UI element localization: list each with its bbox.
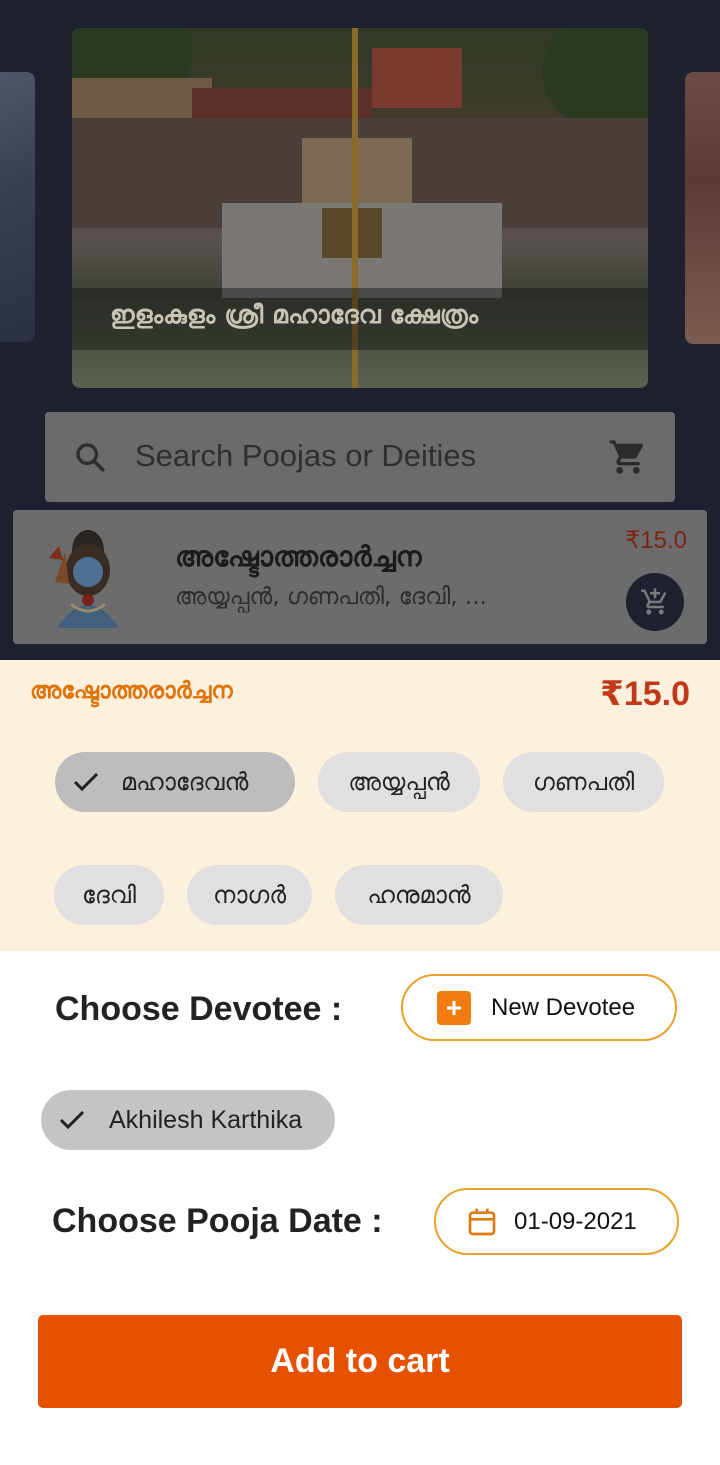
add-to-cart-button[interactable] xyxy=(626,573,684,631)
calendar-icon xyxy=(468,1208,496,1235)
search-input[interactable]: Search Poojas or Deities xyxy=(135,438,476,474)
add-to-cart-submit-button[interactable]: Add to cart xyxy=(38,1315,682,1408)
pooja-title: അഷ്ടോത്തരാർച്ചന xyxy=(175,540,422,573)
deity-chip-label: നാഗർ xyxy=(212,881,287,909)
temple-name: ഇളംകുളം ശ്രീ മഹാദേവ ക്ഷേത്രം xyxy=(110,300,479,329)
carousel-prev-image[interactable] xyxy=(0,72,35,342)
cart-icon[interactable] xyxy=(608,437,648,477)
choose-devotee-label: Choose Devotee : xyxy=(55,990,343,1028)
date-picker-button[interactable]: 01-09-2021 xyxy=(434,1188,679,1255)
deity-image xyxy=(35,522,141,628)
sheet-pooja-price: ₹15.0 xyxy=(600,675,690,713)
deity-chip-ganapathi[interactable]: ഗണപതി xyxy=(503,752,664,812)
deity-chip-mahadevan[interactable]: മഹാദേവൻ xyxy=(55,752,295,812)
search-icon xyxy=(76,443,105,472)
pooja-card[interactable]: അഷ്ടോത്തരാർച്ചന അയ്യപ്പൻ, ഗണപതി, ദേവി, .… xyxy=(13,510,707,644)
pooja-price: ₹15.0 xyxy=(625,527,687,554)
add-to-cart-icon xyxy=(641,588,667,615)
carousel-next-image[interactable] xyxy=(685,72,720,344)
check-icon xyxy=(73,772,99,792)
deity-chip-devi[interactable]: ദേവി xyxy=(54,865,164,925)
deity-chip-label: മഹാദേവൻ xyxy=(121,768,249,796)
pooja-date-value: 01-09-2021 xyxy=(514,1207,637,1235)
deity-chip-nagar[interactable]: നാഗർ xyxy=(187,865,312,925)
deity-chip-hanuman[interactable]: ഹനുമാൻ xyxy=(335,865,503,925)
pooja-details-sheet: അഷ്ടോത്തരാർച്ചന ₹15.0 മഹാദേവൻ അയ്യപ്പൻ ഗ… xyxy=(0,660,720,951)
check-icon xyxy=(59,1110,85,1130)
deity-chip-label: ദേവി xyxy=(82,881,136,909)
sheet-pooja-title: അഷ്ടോത്തരാർച്ചന xyxy=(30,678,233,704)
temple-banner[interactable]: ഇളംകുളം ശ്രീ മഹാദേവ ക്ഷേത്രം xyxy=(72,28,648,388)
new-devotee-button[interactable]: New Devotee xyxy=(401,974,677,1041)
search-bar[interactable]: Search Poojas or Deities xyxy=(45,412,675,502)
pooja-deities: അയ്യപ്പൻ, ഗണപതി, ദേവി, ... xyxy=(175,584,487,610)
devotee-name: Akhilesh Karthika xyxy=(109,1105,303,1134)
choose-date-label: Choose Pooja Date : xyxy=(52,1202,383,1240)
deity-chip-ayyappan[interactable]: അയ്യപ്പൻ xyxy=(318,752,480,812)
deity-chip-label: ഹനുമാൻ xyxy=(367,881,471,909)
devotee-chip[interactable]: Akhilesh Karthika xyxy=(41,1090,335,1150)
plus-icon xyxy=(437,990,471,1025)
deity-chip-label: ഗണപതി xyxy=(532,768,635,796)
new-devotee-label: New Devotee xyxy=(491,993,636,1021)
deity-chip-label: അയ്യപ്പൻ xyxy=(348,768,450,796)
background-screen: ഇളംകുളം ശ്രീ മഹാദേവ ക്ഷേത്രം Search Pooj… xyxy=(0,0,720,660)
